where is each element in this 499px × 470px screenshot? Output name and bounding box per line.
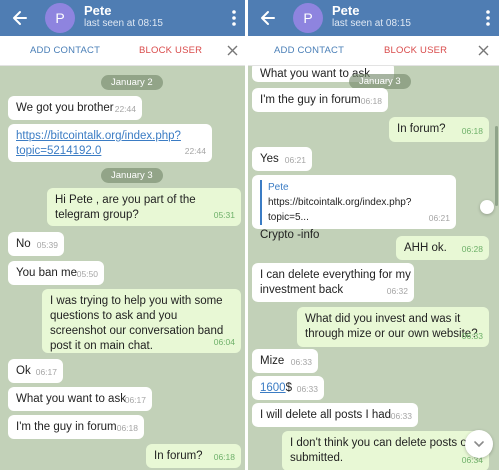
message-incoming[interactable]: I'm the guy in forum 06:18 (252, 88, 388, 112)
message-text: We got you brother (16, 102, 114, 114)
message-text: AHH ok. (404, 242, 447, 254)
message-incoming[interactable]: I'm the guy in forum 06:18 (8, 415, 144, 439)
chat-header: P Pete last seen at 08:15 (248, 0, 499, 36)
message-time: 06:18 (360, 96, 382, 106)
message-incoming[interactable]: You ban me 05:50 (8, 261, 104, 285)
message-text: What you want to ask (16, 393, 126, 405)
message-text: I was trying to help you with some quest… (50, 295, 224, 352)
message-outgoing[interactable]: Hi Pete , are you part of the telegram g… (47, 188, 241, 226)
message-text: In forum? (154, 450, 203, 462)
message-incoming[interactable]: Pete https://bitcointalk.org/index.php?t… (252, 175, 456, 241)
date-separator: January 3 (101, 168, 163, 183)
message-time: 06:17 (35, 367, 57, 377)
block-user-button[interactable]: BLOCK USER (139, 45, 202, 56)
message-text: I'm the guy in forum (260, 94, 361, 106)
message-time: 05:31 (213, 210, 235, 220)
message-outgoing[interactable]: In forum? 06:18 (146, 444, 241, 468)
message-time: 06:21 (428, 213, 450, 223)
message-time: 06:33 (290, 357, 312, 367)
back-arrow-icon[interactable] (10, 8, 30, 28)
chat-header: P Pete last seen at 08:15 (0, 0, 245, 36)
message-time: 05:50 (76, 269, 98, 279)
message-time: 06:33 (296, 384, 318, 394)
message-text: No (16, 238, 31, 250)
avatar[interactable]: P (293, 3, 323, 33)
message-list[interactable]: What you want to ask January 3 I'm the g… (248, 66, 499, 470)
close-icon[interactable] (226, 44, 239, 57)
preview-sender: Pete (268, 182, 289, 193)
message-outgoing[interactable]: In forum? 06:18 (389, 117, 489, 142)
message-time: 06:17 (124, 395, 146, 405)
message-text: I'm the guy in forum (16, 421, 117, 433)
last-seen-status: last seen at 08:15 (84, 18, 163, 29)
message-incoming[interactable]: What you want to ask 06:17 (8, 387, 152, 411)
message-time: 06:28 (461, 244, 483, 254)
contact-action-bar: ADD CONTACT BLOCK USER (248, 36, 499, 66)
scrollbar[interactable] (495, 126, 498, 206)
message-time: 06:18 (116, 423, 138, 433)
message-text: Ok (16, 365, 31, 377)
message-time: 06:04 (213, 337, 235, 347)
message-incoming[interactable]: 1600$ 06:33 (252, 376, 324, 400)
message-outgoing[interactable]: I was trying to help you with some quest… (42, 289, 241, 353)
avatar[interactable]: P (45, 3, 75, 33)
date-separator: January 3 (349, 74, 411, 89)
contact-action-bar: ADD CONTACT BLOCK USER (0, 36, 245, 66)
message-text: I will delete all posts I had (260, 409, 392, 421)
message-outgoing[interactable]: AHH ok. 06:28 (396, 236, 489, 260)
message-incoming[interactable]: I can delete everything for my investmen… (252, 263, 414, 302)
message-text: Crypto -info (260, 229, 320, 241)
message-text: Mize (260, 355, 285, 367)
chat-screen-right: P Pete last seen at 08:15 ADD CONTACT BL… (248, 0, 499, 470)
message-time: 22:44 (114, 104, 136, 114)
message-outgoing[interactable]: I don't think you can delete posts o sub… (282, 431, 489, 470)
message-incoming[interactable]: I will delete all posts I had 06:33 (252, 403, 418, 427)
close-icon[interactable] (477, 44, 490, 57)
contact-name[interactable]: Pete (84, 3, 111, 18)
scroll-down-button[interactable] (465, 430, 493, 458)
message-incoming[interactable]: Mize 06:33 (252, 349, 318, 373)
message-time: 06:33 (390, 411, 412, 421)
message-time: 06:33 (461, 331, 483, 341)
link-preview[interactable]: Pete https://bitcointalk.org/index.php?t… (260, 180, 448, 225)
date-separator: January 2 (101, 75, 163, 90)
message-list[interactable]: January 2 We got you brother 22:44 https… (0, 66, 245, 470)
message-time: 06:32 (386, 286, 408, 296)
message-text: Hi Pete , are you part of the telegram g… (55, 194, 196, 221)
last-seen-status: last seen at 08:15 (332, 18, 411, 29)
scroll-handle[interactable] (480, 200, 494, 214)
more-vert-icon[interactable] (483, 8, 493, 28)
message-incoming[interactable]: https://bitcointalk.org/index.php?topic=… (8, 124, 212, 162)
message-text: $ (285, 382, 292, 394)
message-text: I don't think you can delete posts o sub… (290, 437, 467, 464)
preview-text: https://bitcointalk.org/index.php?topic=… (268, 197, 412, 223)
add-contact-button[interactable]: ADD CONTACT (274, 45, 344, 56)
message-incoming[interactable]: Ok 06:17 (8, 359, 63, 383)
message-link[interactable]: 1600 (260, 382, 286, 394)
message-incoming[interactable]: Yes 06:21 (252, 147, 312, 171)
back-arrow-icon[interactable] (258, 8, 278, 28)
block-user-button[interactable]: BLOCK USER (384, 45, 447, 56)
message-time: 06:21 (284, 155, 306, 165)
message-incoming[interactable]: We got you brother 22:44 (8, 96, 142, 120)
message-time: 06:18 (461, 126, 483, 136)
more-vert-icon[interactable] (229, 8, 239, 28)
message-text: In forum? (397, 123, 446, 135)
message-time: 22:44 (184, 146, 206, 156)
contact-name[interactable]: Pete (332, 3, 359, 18)
add-contact-button[interactable]: ADD CONTACT (30, 45, 100, 56)
message-link[interactable]: https://bitcointalk.org/index.php?topic=… (16, 129, 181, 159)
message-incoming[interactable]: No 05:39 (8, 232, 64, 256)
message-time: 05:39 (36, 240, 58, 250)
message-time: 06:18 (213, 452, 235, 462)
message-outgoing[interactable]: What did you invest and was it through m… (297, 307, 489, 347)
chat-screen-left: P Pete last seen at 08:15 ADD CONTACT BL… (0, 0, 245, 470)
message-text: Yes (260, 153, 279, 165)
message-text: You ban me (16, 267, 77, 279)
chevron-down-icon (474, 441, 484, 448)
